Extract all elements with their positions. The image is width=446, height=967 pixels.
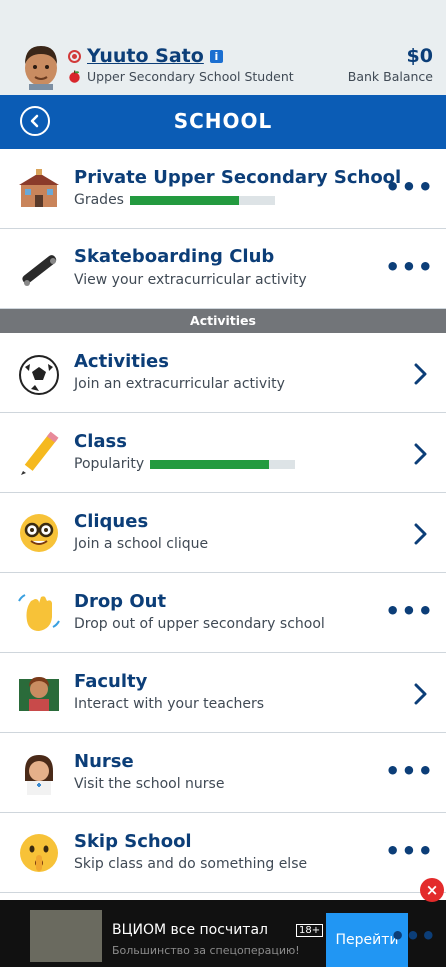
ad-image[interactable] (30, 910, 102, 962)
row-description: Join a school clique (74, 536, 209, 552)
popularity-label: Popularity (74, 456, 145, 472)
list-item-class[interactable]: Class Popularity (0, 413, 446, 493)
bank-balance-label: Bank Balance (347, 69, 433, 84)
row-label: Cliques (74, 511, 149, 532)
soccer-ball-icon (19, 355, 59, 395)
more-options-icon[interactable]: ••• (385, 253, 434, 281)
row-label: Skateboarding Club (74, 246, 275, 267)
grades-progress-bar (129, 195, 275, 205)
character-role: Upper Secondary School Student (87, 69, 294, 84)
teacher-icon (19, 677, 59, 711)
row-description: Visit the school nurse (74, 776, 225, 792)
school-building-icon (19, 169, 59, 207)
more-options-icon[interactable]: ••• (385, 597, 434, 625)
chevron-right-icon[interactable] (414, 683, 428, 705)
row-label: Skip School (74, 831, 192, 852)
row-label: Class (74, 431, 127, 452)
row-description: View your extracurricular activity (74, 272, 307, 288)
list-item-cliques[interactable]: Cliques Join a school clique (0, 493, 446, 573)
section-header: Activities (0, 309, 446, 333)
list-item-school[interactable]: Private Upper Secondary School Grades ••… (0, 149, 446, 229)
ad-age-rating: 18+ (296, 924, 324, 937)
more-options-icon[interactable]: ••• (385, 757, 434, 785)
row-description: Grades (74, 192, 275, 208)
waving-hand-icon (18, 594, 60, 631)
page-title: SCHOOL (173, 109, 273, 133)
pencil-icon (21, 431, 59, 475)
more-options-icon[interactable]: ••• (390, 922, 436, 950)
nurse-icon (25, 755, 53, 795)
row-label: Private Upper Secondary School (74, 167, 402, 188)
row-description: Interact with your teachers (74, 696, 265, 712)
role-row: Upper Secondary School Student (68, 69, 294, 84)
ad-close-button[interactable]: × (420, 878, 444, 902)
row-label: Nurse (74, 751, 134, 772)
character-header: Yuuto Sato i Upper Secondary School Stud… (0, 0, 446, 95)
skateboard-icon (22, 255, 57, 286)
row-label: Drop Out (74, 591, 167, 612)
ad-headline[interactable]: ВЦИОМ все посчитал (112, 922, 268, 938)
apple-icon (69, 70, 80, 83)
more-options-icon[interactable]: ••• (385, 837, 434, 865)
list-item-nurse[interactable]: Nurse Visit the school nurse ••• (0, 733, 446, 813)
row-description: Skip class and do something else (74, 856, 308, 872)
grades-label: Grades (74, 192, 124, 208)
popularity-progress-bar (150, 459, 296, 469)
ad-subtext[interactable]: Большинство за спецоперацию! (112, 944, 300, 957)
row-label: Faculty (74, 671, 148, 692)
list-item-activities[interactable]: Activities Join an extracurricular activ… (0, 333, 446, 413)
chevron-right-icon[interactable] (414, 443, 428, 465)
character-name[interactable]: Yuuto Sato (87, 45, 204, 67)
row-description: Drop out of upper secondary school (74, 616, 325, 632)
row-label: Activities (74, 351, 169, 372)
chevron-right-icon[interactable] (414, 363, 428, 385)
row-description: Popularity (74, 456, 296, 472)
chevron-right-icon[interactable] (414, 523, 428, 545)
list-item-faculty[interactable]: Faculty Interact with your teachers (0, 653, 446, 733)
list-item-skip-school[interactable]: Skip School Skip class and do something … (0, 813, 446, 893)
list-item-skateboarding-club[interactable]: Skateboarding Club View your extracurric… (0, 229, 446, 309)
list-item-drop-out[interactable]: Drop Out Drop out of upper secondary sch… (0, 573, 446, 653)
name-row: Yuuto Sato i (68, 45, 223, 67)
row-description: Join an extracurricular activity (74, 376, 285, 392)
info-icon[interactable]: i (209, 49, 223, 63)
nerd-face-icon (20, 514, 58, 552)
bank-balance-value[interactable]: $0 (407, 45, 433, 67)
ribbon-icon[interactable] (68, 49, 81, 63)
more-options-icon[interactable]: ••• (385, 173, 434, 201)
avatar[interactable] (19, 40, 63, 90)
shushing-face-icon (20, 834, 58, 872)
title-bar: SCHOOL (0, 95, 446, 149)
